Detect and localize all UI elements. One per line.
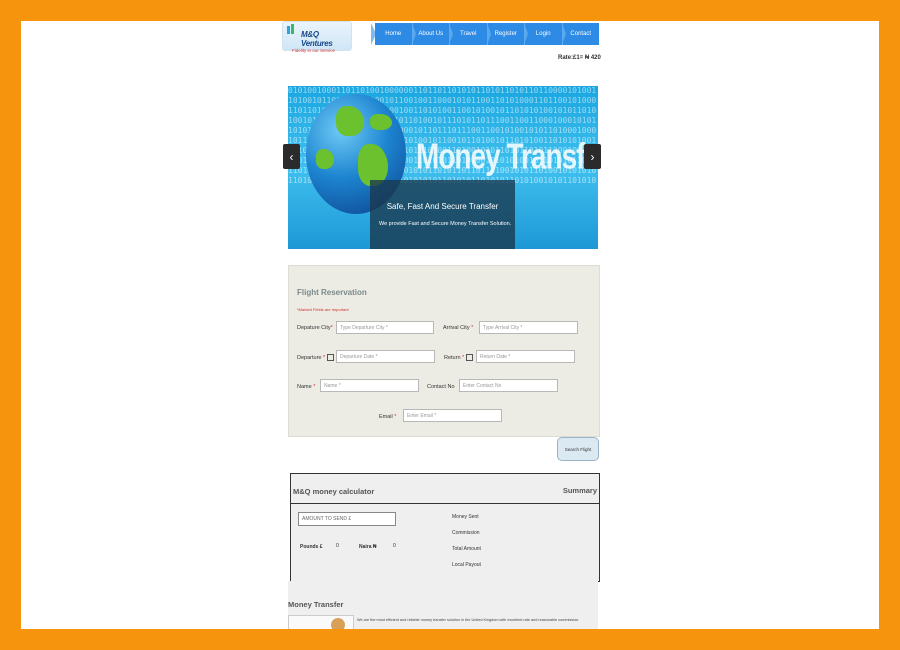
nav-item-home[interactable]: Home (375, 23, 415, 45)
slider-prev-button[interactable]: ‹ (283, 144, 300, 169)
money-transfer-image (288, 615, 354, 629)
person-photo (331, 618, 345, 629)
nav-item-login[interactable]: Login (525, 23, 565, 45)
slider-next-button[interactable]: › (584, 144, 601, 169)
brand-logo[interactable]: M&Q Ventures Fidelity in our Service (282, 21, 362, 55)
summary-local-payout: Local Payout (452, 562, 481, 568)
main-nav: Home About Us Travel Register Login Cont… (375, 23, 599, 45)
summary-money-sent: Money Sent (452, 514, 479, 520)
departure-date-input[interactable]: Departure Date * (336, 350, 435, 363)
logo-box: M&Q Ventures (282, 21, 352, 51)
money-transfer-heading: Money Transfer (288, 600, 344, 609)
exchange-rate: Rate:£1= ₦ 420 (558, 55, 601, 61)
pounds-value: 0 (336, 543, 339, 549)
caption-subtitle: We provide Fast and Secure Money Transfe… (379, 221, 512, 227)
arrival-city-input[interactable]: Type Arrival City * (479, 321, 578, 334)
email-label: Email * (379, 414, 397, 420)
money-transfer-text: We are the most efficient and reliable m… (357, 618, 580, 622)
calendar-icon (466, 354, 474, 361)
search-flight-button[interactable]: Search Flight (557, 437, 599, 461)
form-heading: Flight Reservation (297, 288, 367, 297)
contact-input[interactable]: Enter Contact No (459, 379, 558, 392)
caption-title: Safe, Fast And Secure Transfer (386, 202, 499, 211)
departure-city-label: Depature City* (297, 325, 333, 331)
continent-shape (316, 149, 334, 169)
calculator-title: M&Q money calculator (293, 487, 375, 496)
departure-date-label: Departure * (297, 354, 335, 361)
flight-reservation-form: Flight Reservation *Marked Fields are Im… (288, 265, 600, 437)
amount-to-send-input[interactable]: AMOUNT TO SEND £ (298, 512, 396, 526)
summary-heading: Summary (562, 486, 597, 495)
summary-commission: Commission (452, 530, 480, 536)
name-label: Name * (297, 384, 316, 390)
required-note: *Marked Fields are Important (297, 307, 349, 312)
email-input[interactable]: Enter Email * (403, 409, 502, 422)
brand-tagline: Fidelity in our Service (292, 48, 336, 53)
calendar-icon (327, 354, 335, 361)
slide-caption: Safe, Fast And Secure Transfer We provid… (370, 180, 515, 249)
pounds-label: Pounds £ (300, 544, 323, 550)
chevron-left-icon: ‹ (289, 149, 294, 164)
summary-total-amount: Total Amount (452, 546, 481, 552)
chevron-right-icon: › (590, 149, 595, 164)
naira-label: Naira ₦ (359, 544, 377, 550)
return-date-label: Return * (444, 354, 474, 361)
naira-value: 0 (393, 543, 396, 549)
departure-city-input[interactable]: Type Departure City * (336, 321, 434, 334)
hero-slider: 0101001000110110100100000011011011010101… (288, 86, 598, 249)
calculator-header: M&Q money calculator Summary (291, 474, 599, 504)
continent-shape (370, 114, 392, 130)
return-date-input[interactable]: Return Date * (476, 350, 575, 363)
page: M&Q Ventures Fidelity in our Service Hom… (21, 21, 879, 629)
arrival-city-label: Arrival City * (443, 325, 474, 331)
money-calculator: M&Q money calculator Summary AMOUNT TO S… (290, 473, 600, 582)
name-input[interactable]: Name * (320, 379, 419, 392)
nav-item-register[interactable]: Register (488, 23, 528, 45)
nav-item-contact[interactable]: Contact (563, 23, 600, 45)
building-icon (287, 24, 294, 34)
brand-name: M&Q Ventures (301, 30, 333, 48)
contact-label: Contact No (427, 384, 455, 390)
slide-title: Money Transfer (416, 136, 598, 177)
nav-item-about[interactable]: About Us (413, 23, 453, 45)
continent-shape (336, 106, 364, 136)
nav-item-travel[interactable]: Travel (450, 23, 490, 45)
